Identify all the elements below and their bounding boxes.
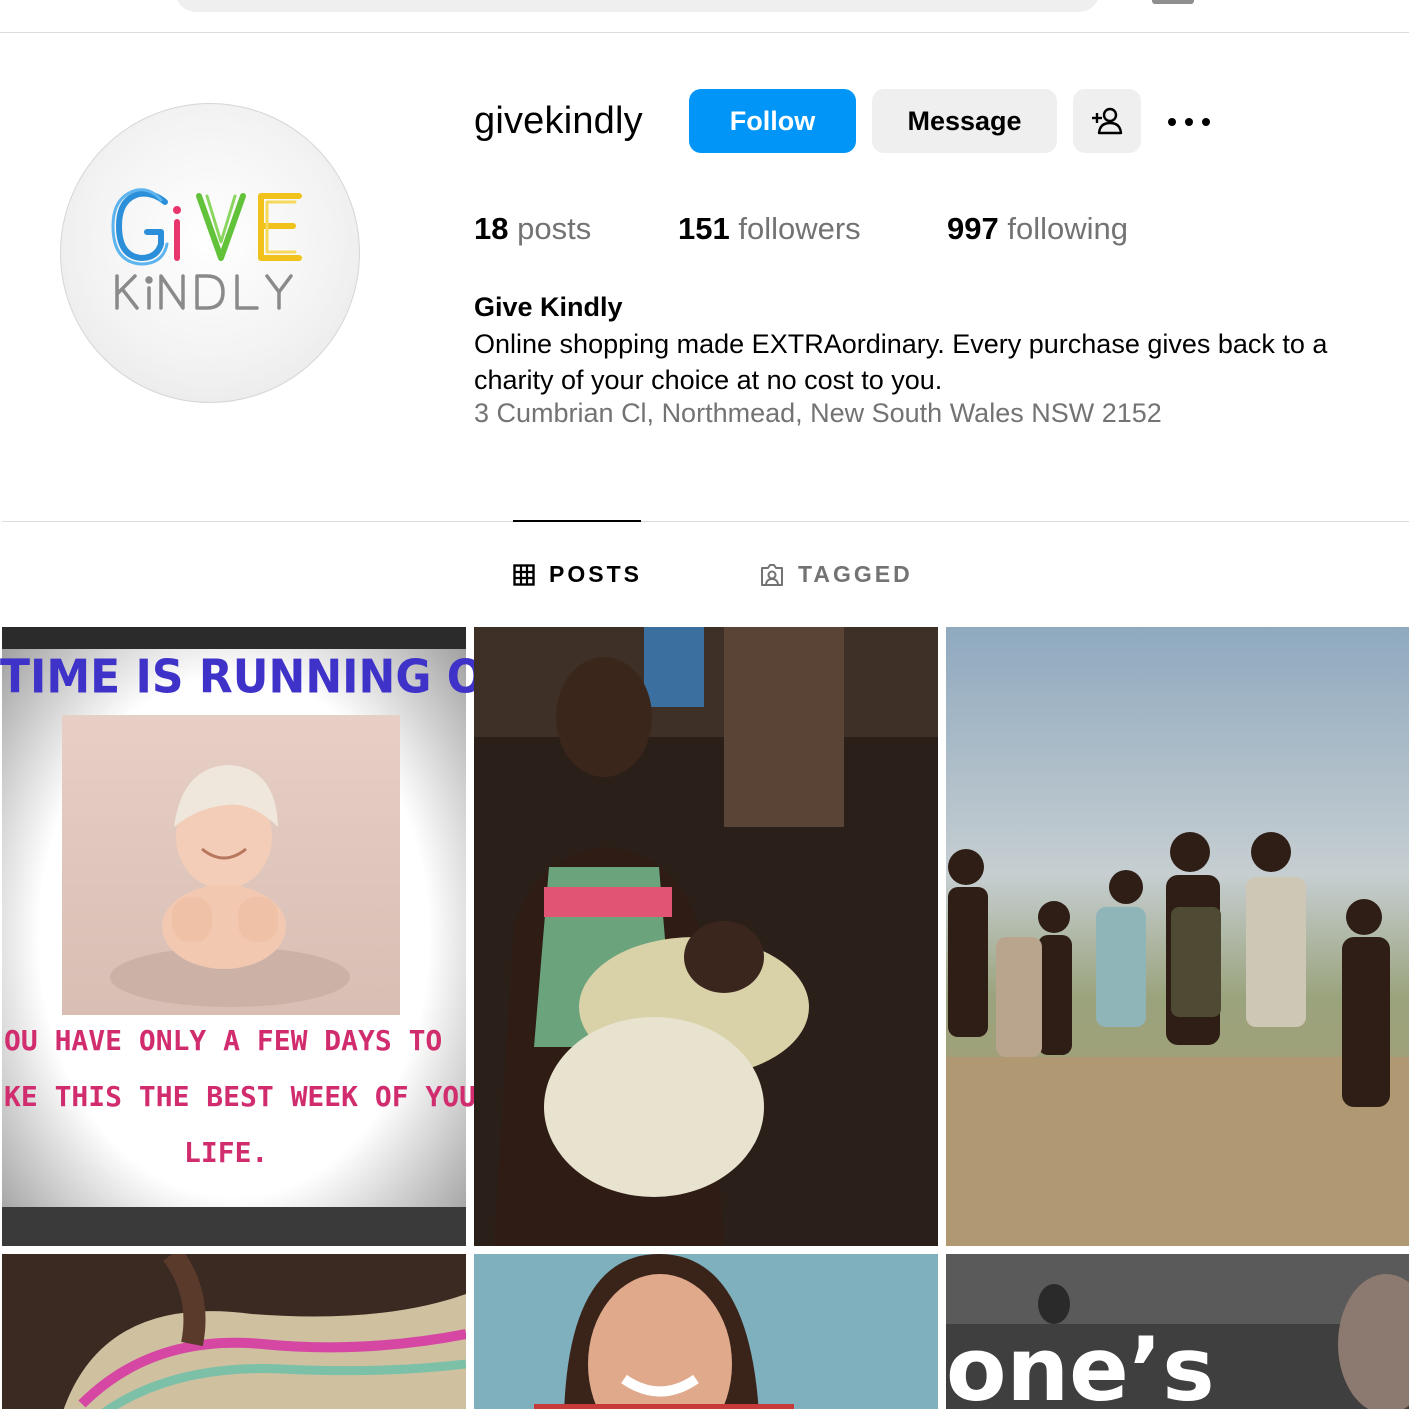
top-bar (0, 0, 1409, 33)
menu-icon[interactable] (1152, 0, 1194, 4)
more-options-button[interactable] (1164, 104, 1214, 140)
follow-button[interactable]: Follow (689, 89, 856, 153)
profile-username: givekindly (474, 100, 643, 142)
active-tab-indicator (513, 520, 641, 522)
give-kindly-logo (111, 188, 302, 310)
profile-avatar[interactable] (60, 103, 360, 403)
post-tile[interactable] (946, 627, 1409, 1246)
post-body-line: LIFE. (184, 1136, 269, 1169)
tagged-person-icon (761, 563, 783, 586)
post-image-mother-and-baby (474, 627, 938, 1246)
following-label: following (1007, 211, 1128, 246)
bio-address[interactable]: 3 Cumbrian Cl, Northmead, New South Wale… (474, 398, 1162, 429)
followers-label: followers (738, 211, 861, 246)
bio-description: Online shopping made EXTRAordinary. Ever… (474, 329, 1328, 395)
posts-label: posts (517, 211, 592, 246)
grid-icon (513, 563, 535, 586)
post-image-smiling-woman (474, 1254, 938, 1409)
posts-count: 18 (474, 211, 509, 246)
posts-count-stat: 18 posts (474, 211, 591, 247)
following-stat[interactable]: 997 following (947, 211, 1128, 247)
post-tile[interactable] (2, 1254, 466, 1409)
post-image-fabric (2, 1254, 466, 1409)
following-count: 997 (947, 211, 999, 246)
tab-tagged[interactable]: TAGGED (760, 561, 913, 588)
followers-count: 151 (678, 211, 730, 246)
post-image-running-children (946, 627, 1409, 1246)
message-button[interactable]: Message (872, 89, 1057, 153)
tab-posts-label: POSTS (549, 561, 642, 587)
post-body-line: OU HAVE ONLY A FEW DAYS TO (4, 1024, 443, 1057)
tab-posts[interactable]: POSTS (513, 561, 642, 588)
add-person-icon (1092, 107, 1123, 135)
post-title-text: TIME IS RUNNING OUT (0, 650, 550, 705)
bio-display-name: Give Kindly (474, 292, 623, 322)
more-dots-icon (1168, 118, 1210, 126)
search-input[interactable] (175, 0, 1100, 12)
post-caption-text: one’s (946, 1318, 1215, 1409)
post-body-line: KE THIS THE BEST WEEK OF YOU (4, 1080, 477, 1113)
suggest-accounts-button[interactable] (1073, 89, 1141, 153)
followers-stat[interactable]: 151 followers (678, 211, 861, 247)
post-tile[interactable] (474, 627, 938, 1246)
tabs-divider (2, 521, 1409, 522)
tab-tagged-label: TAGGED (798, 561, 913, 587)
post-tile[interactable] (474, 1254, 938, 1409)
